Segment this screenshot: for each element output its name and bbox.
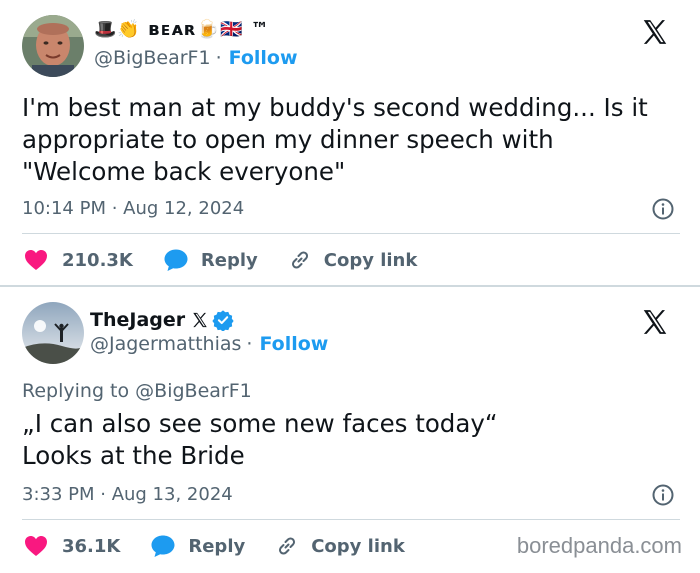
handle-row: @Jagermatthias · Follow <box>90 333 328 355</box>
like-button[interactable]: 210.3K <box>24 249 133 271</box>
follow-button[interactable]: Follow <box>229 47 298 69</box>
copy-link-button[interactable]: Copy link <box>288 248 418 272</box>
reply-label: Reply <box>188 535 246 557</box>
handle-row: @BigBearF1 · Follow <box>94 47 298 69</box>
tweet-text: „I can also see some new faces today“ Lo… <box>22 409 498 470</box>
reply-bubble-icon <box>164 249 188 271</box>
tweet-timestamp[interactable]: 10:14 PM · Aug 12, 2024 <box>22 198 244 219</box>
watermark: boredpanda.com <box>516 533 682 558</box>
display-name-row: TheJager <box>90 306 234 334</box>
separator-dot: · <box>215 47 222 69</box>
user-handle[interactable]: @Jagermatthias <box>90 333 241 355</box>
info-icon[interactable] <box>651 483 675 507</box>
tweet-timestamp[interactable]: 3:33 PM · Aug 13, 2024 <box>22 484 233 505</box>
avatar[interactable] <box>22 302 84 364</box>
copy-link-label: Copy link <box>311 535 405 557</box>
follow-button[interactable]: Follow <box>259 333 328 355</box>
heart-icon <box>25 250 47 270</box>
link-icon <box>291 251 308 269</box>
display-name[interactable]: TheJager <box>90 309 185 331</box>
like-count: 36.1K <box>62 535 121 557</box>
replying-to-line: Replying to @BigBearF1 <box>22 380 252 402</box>
x-logo-icon[interactable] <box>640 307 670 337</box>
avatar[interactable] <box>22 15 84 77</box>
x-badge-icon <box>193 312 207 328</box>
display-name-row: 🎩👏 ʙᴇᴀʀ🍺🇬🇧 ™ <box>94 15 270 43</box>
action-bar: 36.1K Reply Copy link <box>24 531 435 561</box>
link-icon <box>279 537 296 555</box>
display-name[interactable]: 🎩👏 ʙᴇᴀʀ🍺🇬🇧 ™ <box>94 19 270 40</box>
user-handle[interactable]: @BigBearF1 <box>94 47 211 69</box>
tweet-card-2: TheJager @Jagermatthias · Follow Replyin… <box>0 287 700 573</box>
heart-icon <box>25 536 47 556</box>
like-count: 210.3K <box>62 249 133 271</box>
tweet-text: I'm best man at my buddy's second weddin… <box>22 93 648 186</box>
replying-to-prefix: Replying to <box>22 380 130 402</box>
reply-label: Reply <box>200 249 258 271</box>
action-bar: 210.3K Reply Copy link <box>24 245 447 275</box>
x-logo-icon[interactable] <box>640 17 670 47</box>
copy-link-label: Copy link <box>323 249 418 271</box>
reply-button[interactable]: Reply <box>163 248 258 272</box>
copy-link-button[interactable]: Copy link <box>275 534 405 558</box>
divider <box>22 519 680 520</box>
timestamp[interactable]: 3:33 PM · Aug 13, 2024 <box>22 484 233 505</box>
timestamp[interactable]: 10:14 PM · Aug 12, 2024 <box>22 198 244 219</box>
reply-button[interactable]: Reply <box>150 534 245 558</box>
like-button[interactable]: 36.1K <box>24 535 120 557</box>
tweet-card-1: 🎩👏 ʙᴇᴀʀ🍺🇬🇧 ™ @BigBearF1 · Follow I'm bes… <box>0 0 700 285</box>
verified-badge-icon <box>212 310 234 331</box>
info-icon[interactable] <box>651 197 675 221</box>
replying-to-handle[interactable]: @BigBearF1 <box>135 380 252 402</box>
reply-bubble-icon <box>151 535 175 557</box>
divider <box>22 233 680 234</box>
separator-dot: · <box>246 333 253 355</box>
